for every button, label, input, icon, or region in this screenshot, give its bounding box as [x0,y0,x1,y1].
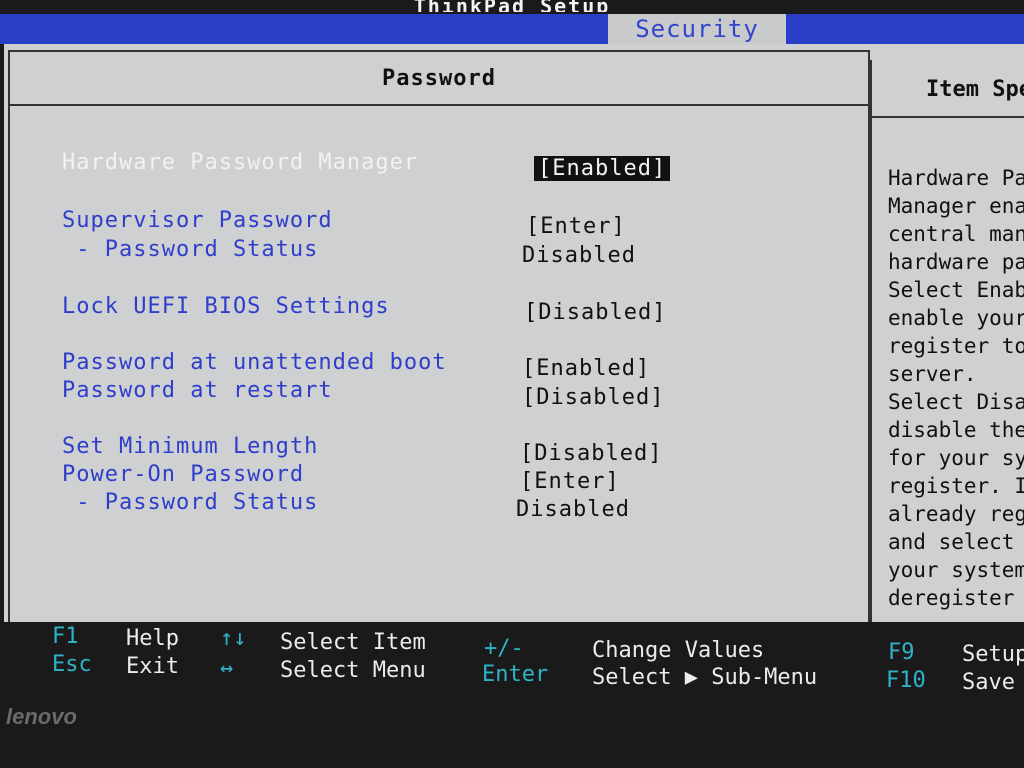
help-line: and select Disabled [888,530,1024,554]
help-line: Manager enables [888,194,1024,218]
key-leftright-desc: Select Menu [280,658,426,683]
value-set-minimum-length[interactable]: [Disabled] [520,441,662,466]
setting-hardware-password-manager[interactable]: Hardware Password Manager [62,150,418,175]
setting-lock-uefi-bios[interactable]: Lock UEFI BIOS Settings [62,294,390,319]
key-f9: F9 [888,640,915,665]
help-line: Select Enabled to [888,278,1024,302]
help-line: already registered [888,502,1024,526]
help-line: server. [888,362,977,386]
key-f1-desc: Help [126,626,179,651]
setting-power-on-password[interactable]: Power-On Password [62,462,304,487]
help-line: enable your system [888,306,1024,330]
key-f1: F1 [52,624,79,649]
value-password-at-restart[interactable]: [Disabled] [522,385,664,410]
help-text: Hardware Password Manager enables centra… [888,164,1024,612]
setting-supervisor-password-status: - Password Status [62,237,319,262]
key-enter-desc: Select ▶ Sub-Menu [592,665,818,690]
lenovo-logo: lenovo [6,704,77,729]
help-line: central management [888,222,1024,246]
help-line: Hardware Password [888,166,1024,190]
value-password-unattended-boot[interactable]: [Enabled] [522,356,650,381]
setting-set-minimum-length[interactable]: Set Minimum Length [62,434,318,459]
key-esc-desc: Exit [126,654,179,679]
tab-security[interactable]: Security [608,14,786,44]
help-line: disable the feature [888,418,1024,442]
key-updown-desc: Select Item [280,630,426,655]
menu-bar [0,14,1024,44]
help-title: Item Specific Help [872,60,1024,118]
key-esc: Esc [52,652,92,677]
help-line: for your system to [888,446,1024,470]
key-enter: Enter [482,662,549,687]
key-f10-desc: Save and Exit [962,670,1024,695]
value-supervisor-password-status: Disabled [522,243,636,268]
password-panel: Password [8,50,870,624]
help-line: register. If [888,474,1024,498]
item-help-panel: Item Specific Help Hardware Password Man… [870,60,1024,626]
setup-title: ThinkPad Setup [413,0,611,12]
help-line: your system will [888,558,1024,582]
setting-password-at-restart[interactable]: Password at restart [62,378,333,403]
key-updown-arrows-icon: ↑↓ [220,626,247,651]
key-leftright-arrows-icon: ↔ [220,656,234,681]
key-f9-desc: Setup Defaults [962,642,1024,667]
setting-supervisor-password[interactable]: Supervisor Password [62,208,333,233]
setting-power-on-password-status: - Password Status [62,490,319,515]
key-plus-minus: +/- [484,636,524,661]
value-supervisor-password[interactable]: [Enter] [526,214,626,239]
setting-password-unattended-boot[interactable]: Password at unattended boot [62,350,447,375]
value-power-on-password[interactable]: [Enter] [520,469,620,494]
help-line: hardware passwords. [888,250,1024,274]
key-plus-minus-desc: Change Values [592,638,765,663]
help-line: register to the [888,334,1024,358]
panel-title: Password [10,52,868,106]
value-hardware-password-manager[interactable]: [Enabled] [534,156,671,181]
value-power-on-password-status: Disabled [516,497,630,522]
key-f10: F10 [886,668,926,693]
help-line: deregister [888,586,1015,610]
help-line: Select Disabled to [888,390,1024,414]
value-lock-uefi-bios[interactable]: [Disabled] [524,300,666,325]
